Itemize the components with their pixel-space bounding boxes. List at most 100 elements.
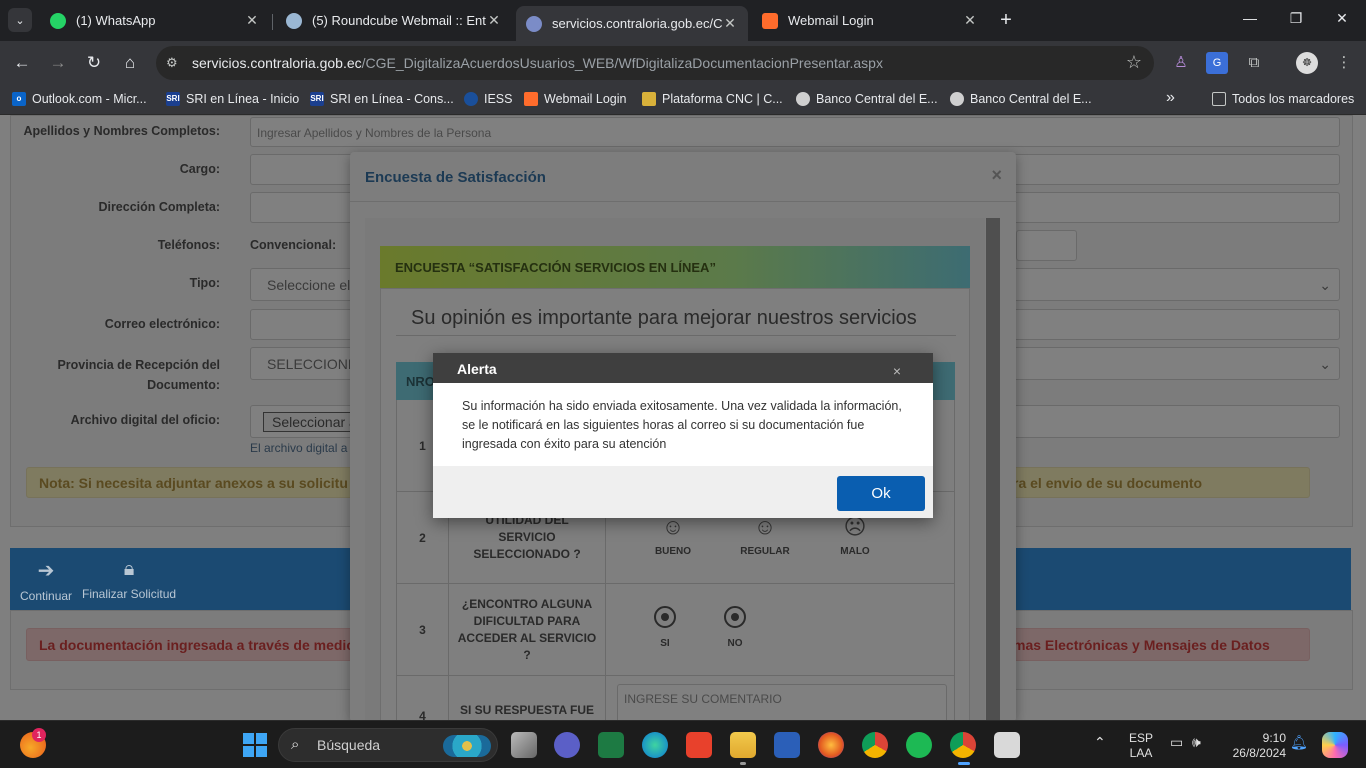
search-highlight-icon bbox=[443, 735, 491, 757]
survey-row-3: 3 ¿ENCONTRO ALGUNA DIFICULTAD PARA ACCED… bbox=[396, 584, 955, 676]
forward-icon[interactable]: → bbox=[47, 52, 69, 74]
chevron-down-icon: ⌄ bbox=[1319, 356, 1331, 372]
translate-icon[interactable]: G bbox=[1206, 52, 1228, 74]
network-icon[interactable]: ▭ bbox=[1170, 735, 1183, 750]
label-provincia: Provincia de Recepción del Documento: bbox=[57, 358, 220, 392]
firefox-icon[interactable] bbox=[818, 732, 844, 758]
bookmark-banco-central-1[interactable]: Banco Central del E... bbox=[796, 92, 938, 106]
label-convencional: Convencional: bbox=[250, 238, 337, 252]
bookmark-banco-central-2[interactable]: Banco Central del E... bbox=[950, 92, 1092, 106]
notification-badge: 1 bbox=[32, 728, 46, 742]
survey-title: Encuesta de Satisfacción bbox=[365, 169, 546, 186]
cpanel-icon bbox=[762, 12, 778, 29]
comment-textarea[interactable]: INGRESE SU COMENTARIO bbox=[617, 684, 947, 720]
more-menu-icon[interactable]: ⋮ bbox=[1333, 52, 1355, 74]
new-tab-icon[interactable]: + bbox=[996, 10, 1016, 30]
window-close-icon[interactable]: ✕ bbox=[1332, 10, 1352, 27]
bookmark-plataforma-cnc[interactable]: Plataforma CNC | C... bbox=[642, 92, 783, 106]
meet-icon[interactable] bbox=[554, 732, 580, 758]
tab-roundcube[interactable]: (5) Roundcube Webmail :: Entrada ✕ bbox=[276, 6, 512, 35]
extensions-puzzle-icon[interactable]: ⧉ bbox=[1243, 52, 1265, 74]
bookmark-iess[interactable]: IESS bbox=[464, 92, 513, 106]
reload-icon[interactable]: ↻ bbox=[83, 52, 105, 74]
browser-toolbar: ← → ↻ ⌂ ⚙ servicios.contraloria.gob.ec/C… bbox=[0, 41, 1366, 85]
url-host: servicios.contraloria.gob.ec bbox=[192, 55, 362, 71]
spotify-icon[interactable] bbox=[906, 732, 932, 758]
option-malo[interactable]: ☹ MALO bbox=[820, 514, 890, 557]
lock-icon: 🔒︎ bbox=[123, 558, 135, 580]
copilot-icon[interactable] bbox=[1322, 732, 1348, 758]
globe-icon bbox=[950, 92, 964, 106]
address-bar[interactable]: ⚙ servicios.contraloria.gob.ec/CGE_Digit… bbox=[156, 46, 1154, 80]
edge-icon[interactable] bbox=[642, 732, 668, 758]
close-icon[interactable]: ✕ bbox=[486, 12, 502, 29]
bookmark-outlook[interactable]: o Outlook.com - Micr... bbox=[12, 92, 147, 106]
option-si[interactable]: SI bbox=[630, 606, 700, 649]
acrobat-icon[interactable] bbox=[686, 732, 712, 758]
alert-message: Su información ha sido enviada exitosame… bbox=[462, 399, 902, 451]
survey-row-4: 4 SI SU RESPUESTA FUE INGRESE SU COMENTA… bbox=[396, 676, 955, 720]
start-icon[interactable] bbox=[242, 732, 268, 758]
finalizar-button[interactable]: 🔒︎ Finalizar Solicitud bbox=[82, 558, 176, 601]
tray-chevron-up-icon[interactable]: ⌃ bbox=[1094, 735, 1106, 750]
restore-icon[interactable]: ❐ bbox=[1286, 10, 1306, 27]
clock[interactable]: 9:10 26/8/2024 bbox=[1226, 731, 1286, 761]
option-regular[interactable]: ☺ REGULAR bbox=[730, 514, 800, 557]
telefono-input[interactable] bbox=[1016, 230, 1077, 261]
survey-scrollbar[interactable] bbox=[986, 218, 1000, 720]
search-icon: ⌕ bbox=[291, 736, 300, 753]
volume-icon[interactable]: 🕪︎ bbox=[1192, 735, 1201, 750]
app-icon[interactable] bbox=[994, 732, 1020, 758]
bookmark-sri-inicio[interactable]: SRI SRI en Línea - Inicio bbox=[166, 92, 299, 106]
bookmarks-bar: o Outlook.com - Micr... SRI SRI en Línea -… bbox=[0, 85, 1366, 115]
outlook-icon: o bbox=[12, 92, 26, 106]
extension-icon[interactable]: ♙ bbox=[1170, 52, 1192, 74]
globe-icon bbox=[526, 15, 542, 32]
opinion-heading: Su opinión es importante para mejorar nu… bbox=[411, 307, 917, 329]
folder-icon bbox=[1212, 92, 1226, 106]
profile-avatar[interactable]: ☸ bbox=[1296, 52, 1318, 74]
bookmark-sri-cons[interactable]: SRI SRI en Línea - Cons... bbox=[310, 92, 454, 106]
minimize-icon[interactable]: — bbox=[1240, 10, 1260, 26]
chrome-profile-icon[interactable] bbox=[950, 732, 976, 758]
close-icon[interactable]: ✕ bbox=[962, 12, 978, 29]
alert-dialog: Alerta × Su información ha sido enviada … bbox=[433, 353, 933, 518]
survey-close-icon[interactable]: × bbox=[991, 165, 1002, 186]
site-info-icon[interactable]: ⚙ bbox=[166, 55, 182, 71]
tab-webmail-login[interactable]: Webmail Login ✕ bbox=[752, 6, 988, 35]
word-icon[interactable] bbox=[774, 732, 800, 758]
whatsapp-icon bbox=[50, 12, 66, 29]
label-apellidos: Apellidos y Nombres Completos: bbox=[23, 124, 220, 138]
bookmark-star-icon[interactable]: ☆ bbox=[1126, 52, 1142, 73]
option-no[interactable]: NO bbox=[700, 606, 770, 649]
survey-banner: ENCUESTA “SATISFACCIÓN SERVICIOS EN LÍNE… bbox=[380, 246, 970, 288]
alert-close-icon[interactable]: × bbox=[893, 364, 901, 378]
alert-footer: Ok bbox=[433, 466, 933, 518]
back-icon[interactable]: ← bbox=[11, 52, 33, 74]
option-bueno[interactable]: ☺ BUENO bbox=[638, 514, 708, 557]
excel-icon[interactable] bbox=[598, 732, 624, 758]
tab-whatsapp[interactable]: (1) WhatsApp ✕ bbox=[40, 6, 270, 35]
cpanel-icon bbox=[524, 92, 538, 106]
taskbar-search[interactable]: ⌕ Búsqueda bbox=[278, 728, 498, 762]
survey-header: Encuesta de Satisfacción × bbox=[350, 152, 1016, 202]
apellidos-input[interactable]: Ingresar Apellidos y Nombres de la Perso… bbox=[250, 117, 1340, 147]
label-correo: Correo electrónico: bbox=[104, 317, 220, 331]
label-archivo: Archivo digital del oficio: bbox=[70, 413, 220, 427]
close-icon[interactable]: ✕ bbox=[722, 15, 738, 32]
ok-button[interactable]: Ok bbox=[837, 476, 925, 511]
bookmarks-overflow-icon[interactable]: » bbox=[1166, 89, 1175, 107]
task-view-icon[interactable] bbox=[511, 732, 537, 758]
alert-title: Alerta bbox=[457, 361, 497, 377]
notification-bell-icon[interactable]: 🔔︎ bbox=[1290, 735, 1308, 750]
tab-contraloria[interactable]: servicios.contraloria.gob.ec/CGE ✕ bbox=[516, 6, 748, 41]
bookmark-webmail-login[interactable]: Webmail Login bbox=[524, 92, 626, 106]
all-bookmarks-folder[interactable]: Todos los marcadores bbox=[1212, 92, 1354, 106]
language-indicator[interactable]: ESP LAA bbox=[1126, 731, 1156, 761]
file-explorer-icon[interactable] bbox=[730, 732, 756, 758]
chrome-icon[interactable] bbox=[862, 732, 888, 758]
home-icon[interactable]: ⌂ bbox=[119, 52, 141, 74]
tab-search-chevron-icon[interactable]: ⌄ bbox=[8, 8, 32, 32]
close-icon[interactable]: ✕ bbox=[244, 12, 260, 29]
continuar-button[interactable]: ➔ Continuar bbox=[20, 558, 72, 603]
